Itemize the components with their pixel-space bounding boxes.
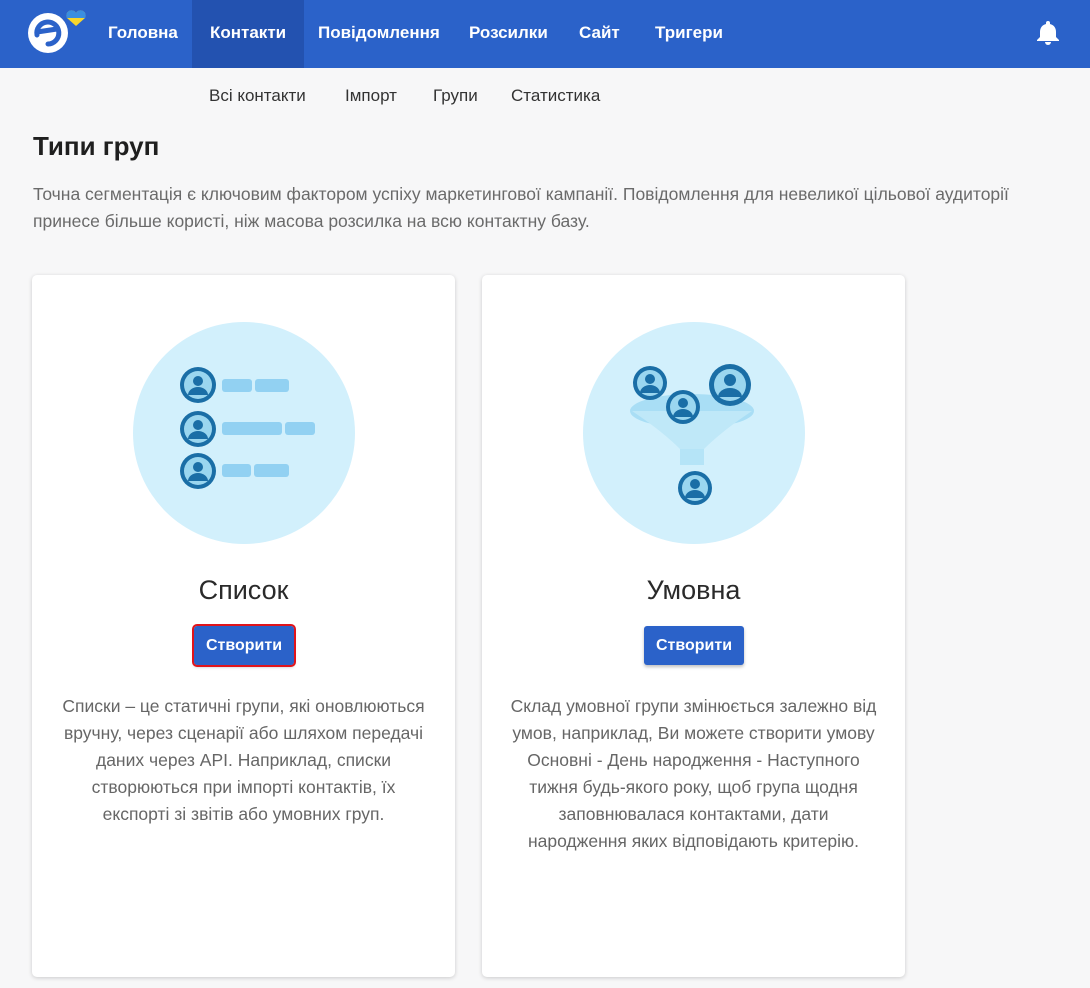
- subnav-import[interactable]: Імпорт: [345, 86, 397, 106]
- nav-item-home[interactable]: Головна: [108, 0, 178, 68]
- avatar-icon: [666, 390, 700, 424]
- card-description: Склад умовної групи змінюється залежно в…: [510, 696, 877, 851]
- avatar-icon: [678, 471, 712, 505]
- page-title: Типи груп: [33, 131, 160, 161]
- subnav-groups[interactable]: Групи: [433, 86, 478, 106]
- group-type-card-list: Список Створити Списки – це статичні гру…: [32, 275, 455, 977]
- filter-funnel-illustration: [583, 322, 805, 544]
- ukraine-heart-icon: [66, 10, 86, 26]
- subnav-statistics[interactable]: Статистика: [511, 86, 600, 106]
- top-navigation-bar: Головна Контакти Повідомлення Розсилки С…: [0, 0, 1090, 68]
- contact-list-illustration: [133, 322, 355, 544]
- nav-item-contacts[interactable]: Контакти: [192, 0, 305, 68]
- app-logo[interactable]: [24, 8, 88, 58]
- nav-item-site[interactable]: Сайт: [579, 0, 620, 68]
- card-title: Умовна: [646, 575, 741, 605]
- page-description: Точна сегментація є ключовим фактором ус…: [33, 184, 1009, 231]
- create-conditional-group-button[interactable]: Створити: [644, 626, 744, 665]
- group-type-card-conditional: Умовна Створити Склад умовної групи змін…: [482, 275, 905, 977]
- card-title: Список: [198, 575, 289, 605]
- nav-item-campaigns[interactable]: Розсилки: [469, 0, 548, 68]
- bell-icon[interactable]: [1034, 18, 1062, 46]
- nav-item-messages[interactable]: Повідомлення: [318, 0, 440, 68]
- card-description: Списки – це статичні групи, які оновлюют…: [62, 696, 425, 824]
- avatar-icon: [633, 366, 667, 400]
- create-list-group-button[interactable]: Створити: [192, 624, 296, 667]
- subnav-all-contacts[interactable]: Всі контакти: [209, 86, 306, 106]
- avatar-icon: [709, 364, 751, 406]
- nav-item-triggers[interactable]: Тригери: [655, 0, 723, 68]
